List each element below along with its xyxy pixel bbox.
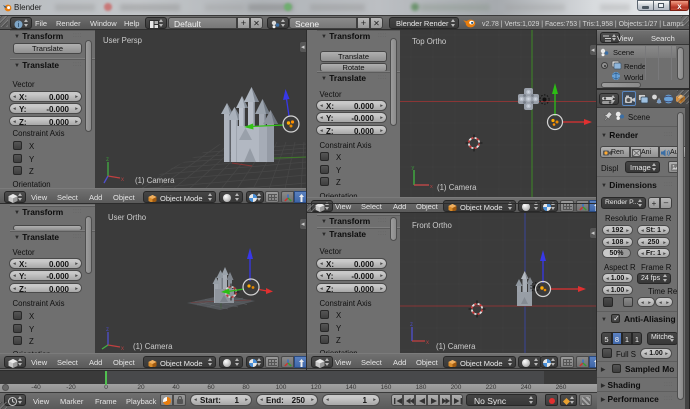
svg-text:z: z [410, 322, 413, 328]
svg-text:x: x [426, 340, 429, 346]
svg-text:z: z [106, 327, 109, 333]
svg-text:z: z [106, 157, 109, 163]
svg-text:y: y [412, 165, 415, 171]
svg-text:x: x [430, 184, 433, 190]
svg-text:x: x [121, 177, 124, 183]
svg-text:x: x [121, 346, 124, 352]
